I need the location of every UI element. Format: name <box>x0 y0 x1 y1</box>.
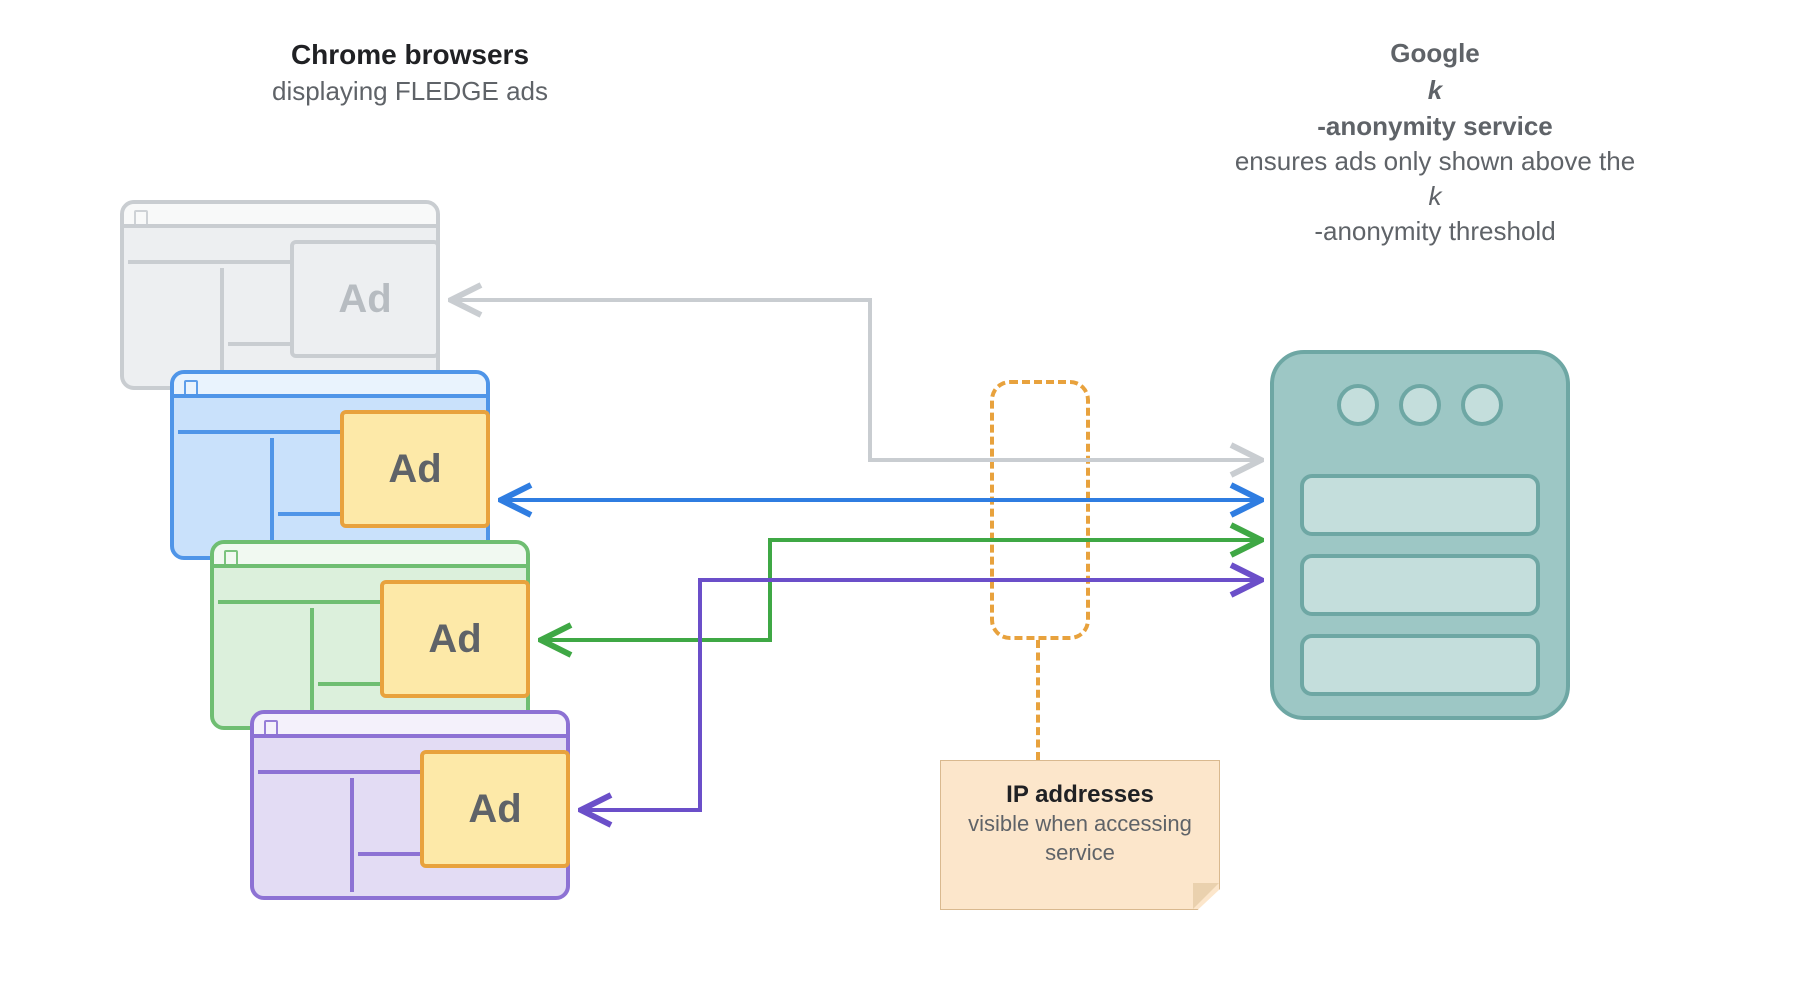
left-heading-bold: Chrome browsers <box>291 39 529 70</box>
ip-note-title: IP addresses <box>1006 781 1154 808</box>
diagram-stage: Chrome browsers displaying FLEDGE ads Go… <box>0 0 1798 1000</box>
ad-box-purple: Ad <box>420 750 570 868</box>
left-heading: Chrome browsers displaying FLEDGE ads <box>210 36 610 109</box>
ip-note-text: visible when accessing service <box>968 811 1192 865</box>
ip-note-connector <box>1036 640 1040 760</box>
ad-box-green: Ad <box>380 580 530 698</box>
ip-note: IP addresses visible when accessing serv… <box>940 760 1220 910</box>
left-heading-sub: displaying FLEDGE ads <box>210 74 610 109</box>
ip-address-zone <box>990 380 1090 640</box>
k-anonymity-server-icon <box>1270 350 1570 720</box>
right-heading-bold: Google k-anonymity service <box>1200 36 1670 144</box>
right-heading: Google k-anonymity service ensures ads o… <box>1200 36 1670 249</box>
ad-box-blue: Ad <box>340 410 490 528</box>
ad-box-grey: Ad <box>290 240 440 358</box>
right-heading-sub: ensures ads only shown above the k-anony… <box>1200 144 1670 249</box>
